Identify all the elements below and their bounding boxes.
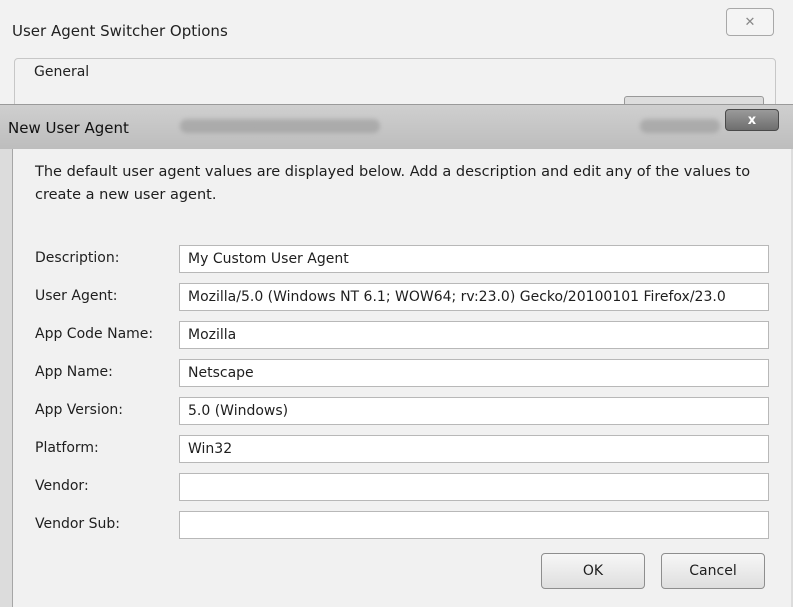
blurred-background-text: [640, 119, 720, 133]
vendor-sub-field[interactable]: [179, 511, 769, 539]
new-user-agent-dialog: New User Agent x The default user agent …: [0, 104, 793, 607]
dialog-title: New User Agent: [8, 119, 129, 137]
close-icon: ✕: [744, 14, 756, 30]
cancel-button[interactable]: Cancel: [661, 553, 765, 589]
app-code-name-label: App Code Name:: [35, 326, 154, 342]
dialog-titlebar: New User Agent x: [0, 105, 793, 149]
vendor-sub-label: Vendor Sub:: [35, 516, 120, 532]
user-agent-field[interactable]: Mozilla/5.0 (Windows NT 6.1; WOW64; rv:2…: [179, 283, 769, 311]
vendor-field[interactable]: [179, 473, 769, 501]
platform-field[interactable]: Win32: [179, 435, 769, 463]
user-agent-label: User Agent:: [35, 288, 118, 304]
app-version-label: App Version:: [35, 402, 123, 418]
general-group-label: General: [30, 64, 94, 80]
vendor-label: Vendor:: [35, 478, 89, 494]
app-version-field[interactable]: 5.0 (Windows): [179, 397, 769, 425]
description-field[interactable]: My Custom User Agent: [179, 245, 769, 273]
background-close-button[interactable]: ✕: [726, 8, 774, 36]
app-code-name-field[interactable]: Mozilla: [179, 321, 769, 349]
intro-text: The default user agent values are displa…: [35, 164, 751, 203]
dialog-close-button[interactable]: x: [725, 109, 779, 131]
app-name-label: App Name:: [35, 364, 113, 380]
dialog-client-area: The default user agent values are displa…: [12, 149, 791, 607]
blurred-background-text: [180, 119, 380, 133]
app-name-field[interactable]: Netscape: [179, 359, 769, 387]
background-dialog-title: User Agent Switcher Options: [12, 22, 228, 40]
platform-label: Platform:: [35, 440, 99, 456]
background-options-dialog: User Agent Switcher Options ✕ General: [0, 0, 793, 128]
description-label: Description:: [35, 250, 120, 266]
ok-button[interactable]: OK: [541, 553, 645, 589]
close-icon: x: [747, 112, 757, 128]
